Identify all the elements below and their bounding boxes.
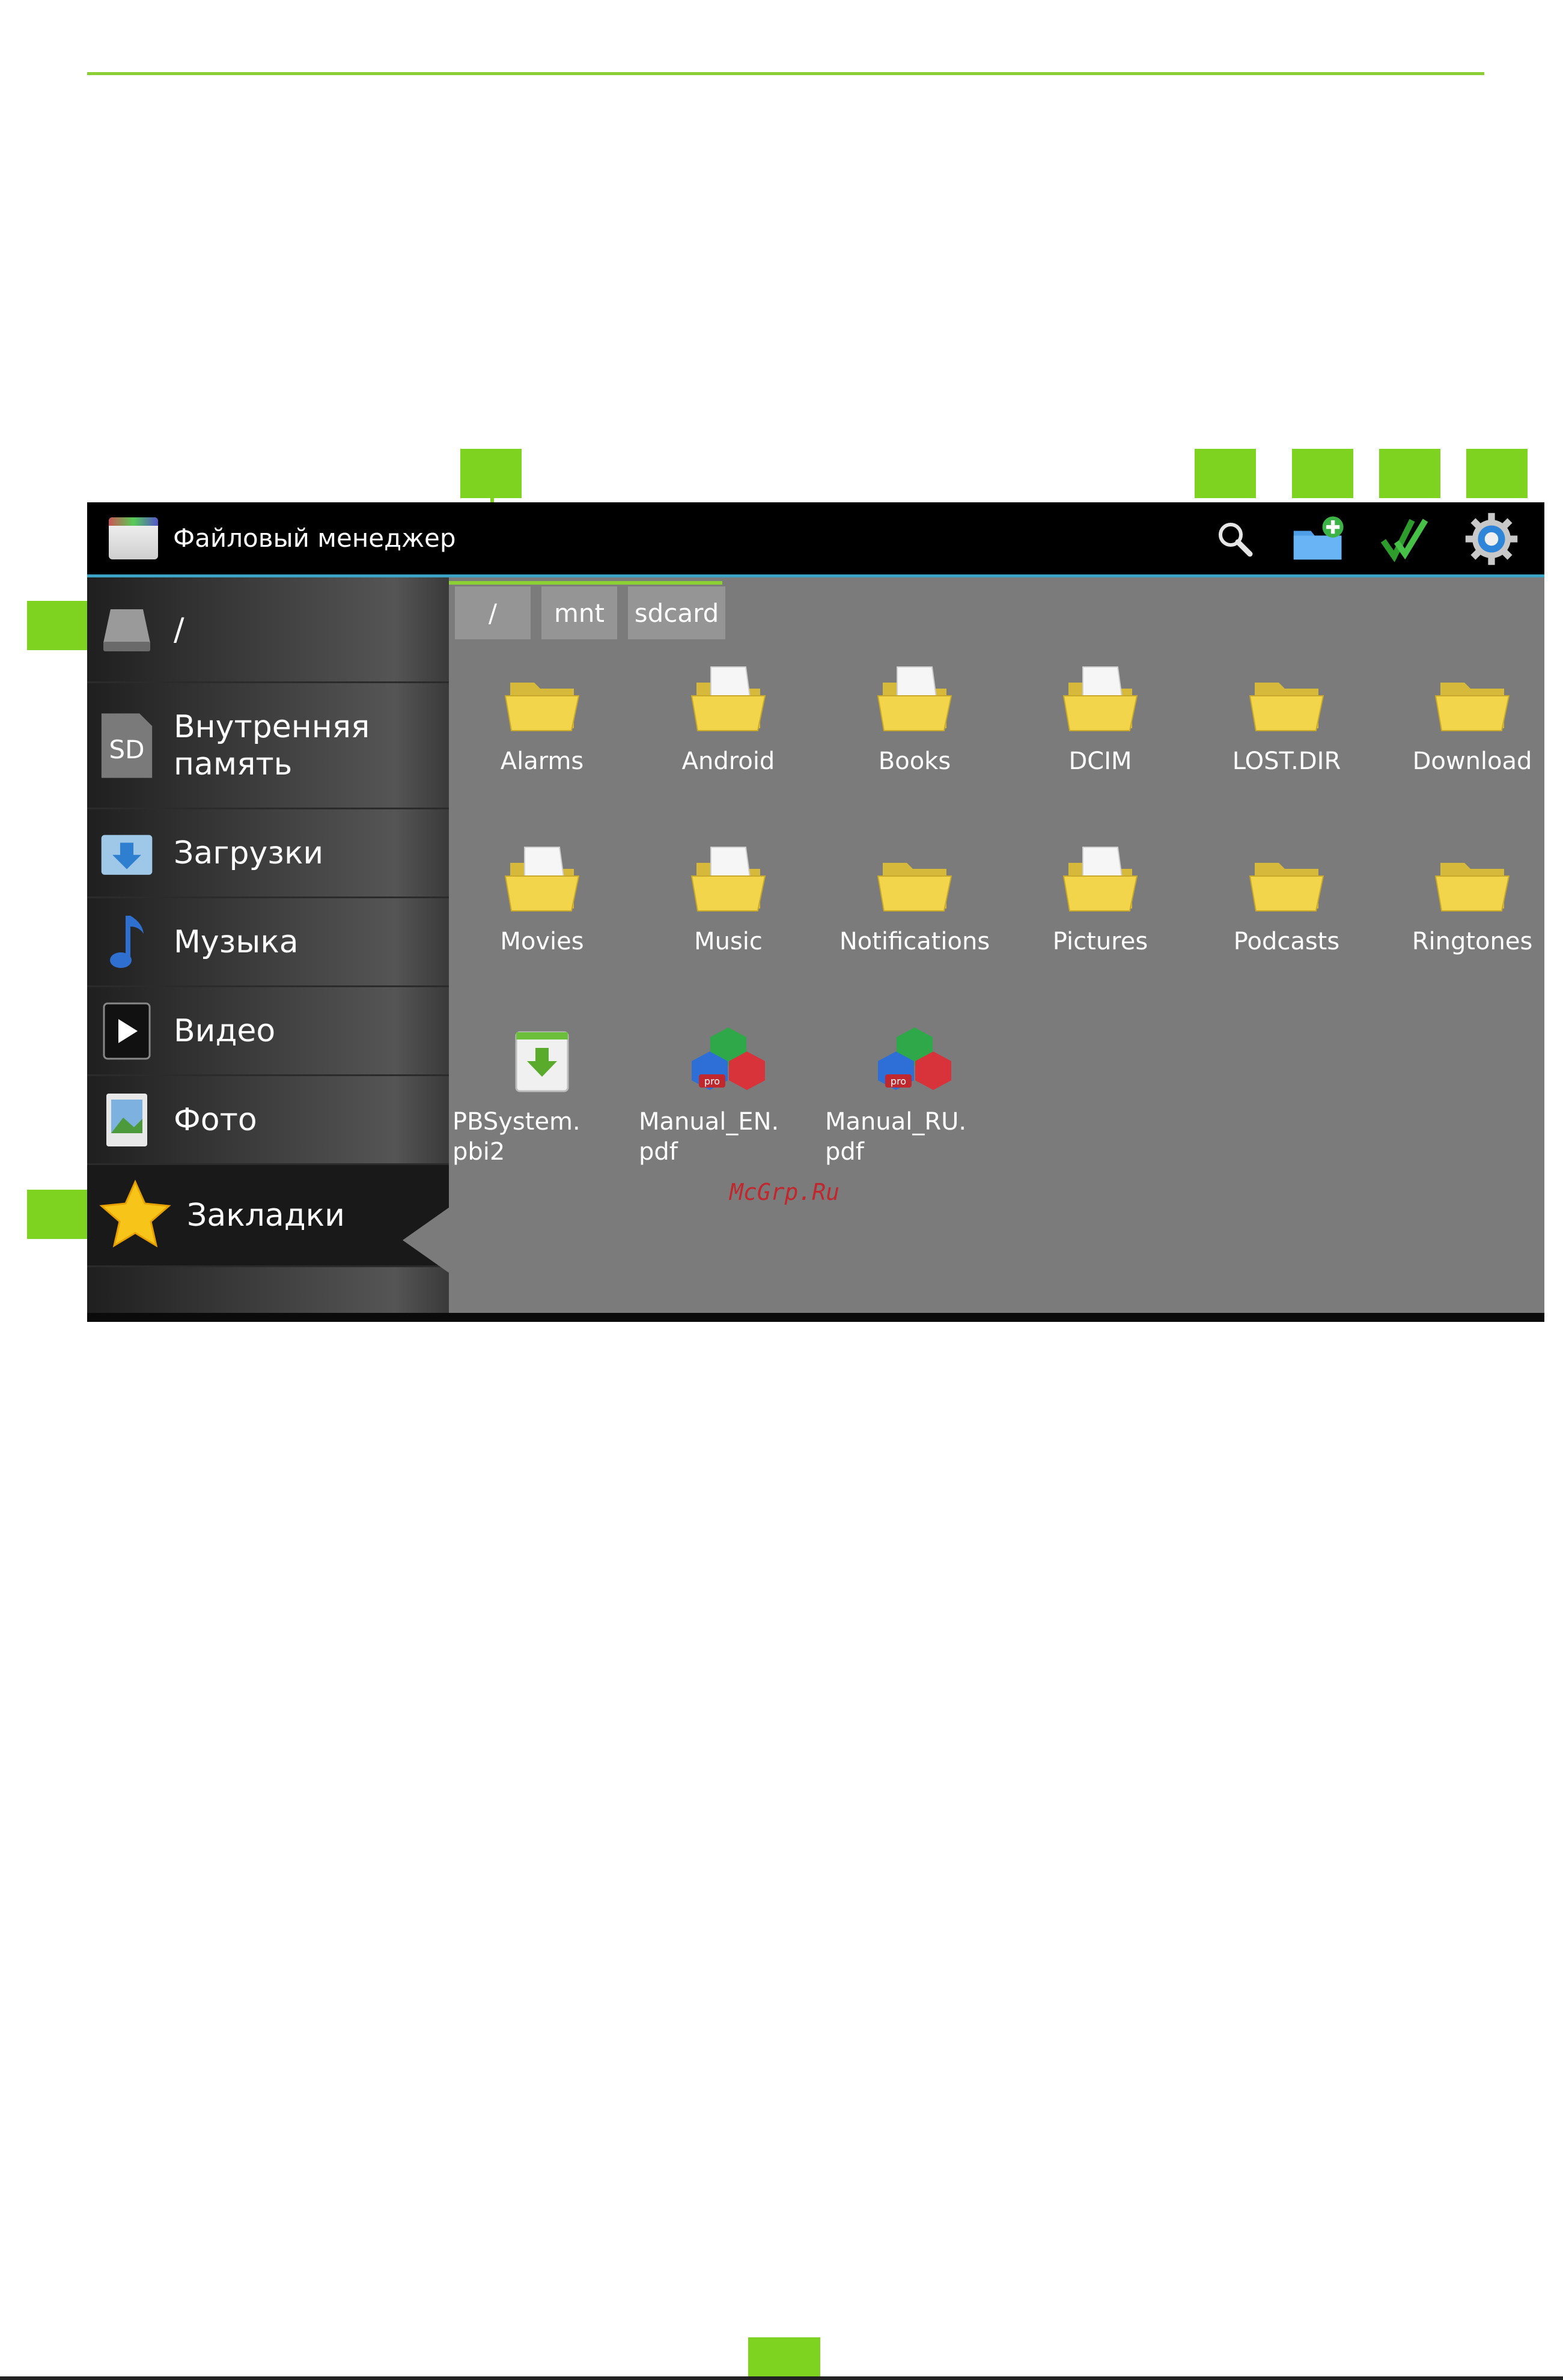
- sd-card-icon: SD: [99, 713, 154, 778]
- folder-item[interactable]: Pictures: [1007, 839, 1193, 957]
- folder-label: DCIM: [1068, 747, 1132, 775]
- folder-icon: [1427, 659, 1517, 743]
- folder-item[interactable]: Android: [635, 659, 821, 776]
- search-button[interactable]: [1207, 511, 1263, 567]
- multi-select-icon: [1380, 519, 1428, 562]
- folder-label: Download: [1412, 747, 1532, 775]
- file-label: Manual_EN. pdf: [639, 1108, 779, 1166]
- app-icon: [109, 517, 158, 559]
- sidebar-item-music[interactable]: Музыка: [87, 898, 449, 987]
- folder-label: Pictures: [1052, 928, 1148, 955]
- callout-marker-new-folder: [1292, 449, 1353, 498]
- package-install-icon: [497, 1019, 587, 1103]
- folder-icon: [683, 839, 773, 923]
- search-icon: [1219, 523, 1253, 557]
- breadcrumb-mnt[interactable]: mnt: [541, 586, 617, 639]
- settings-gear-icon: [1465, 513, 1518, 565]
- photo-icon: [99, 1092, 154, 1148]
- svg-text:SD: SD: [109, 735, 144, 764]
- folder-label: Ringtones: [1412, 928, 1533, 955]
- sidebar-selection-pointer: [403, 1207, 449, 1273]
- sidebar-item-internal-memory[interactable]: SD Внутренняя память: [87, 683, 449, 809]
- folder-icon: [1242, 659, 1332, 743]
- pdf-document-icon: pro: [683, 1019, 773, 1103]
- folder-label: LOST.DIR: [1232, 747, 1341, 775]
- folder-icon: [870, 839, 960, 923]
- pdf-document-icon: pro: [870, 1019, 960, 1103]
- folder-icon: [1427, 839, 1517, 923]
- callout-marker-search: [1195, 449, 1256, 498]
- multi-select-button[interactable]: [1377, 511, 1434, 567]
- file-grid: / mnt sdcard Alarms Android Books DCIM LOST.…: [449, 577, 1544, 1313]
- new-folder-icon: [1293, 516, 1344, 560]
- folder-item[interactable]: Ringtones: [1379, 839, 1544, 957]
- top-green-rule: [87, 72, 1484, 75]
- breadcrumb-highlight: [449, 581, 722, 585]
- callout-marker-root: [27, 601, 87, 650]
- folder-item[interactable]: Music: [635, 839, 821, 957]
- sidebar-item-label: Фото: [174, 1101, 257, 1138]
- folder-item[interactable]: Notifications: [821, 839, 1008, 957]
- sidebar-item-label: Закладки: [187, 1197, 345, 1234]
- folder-item[interactable]: Books: [821, 659, 1008, 776]
- folder-icon: [497, 839, 587, 923]
- folder-icon: [870, 659, 960, 743]
- sidebar-item-root[interactable]: /: [87, 577, 449, 683]
- folder-label: Alarms: [500, 747, 584, 775]
- file-item[interactable]: pro Manual_RU. pdf: [821, 1019, 1008, 1167]
- callout-marker-settings: [1466, 449, 1528, 498]
- file-label: PBSystem. pbi2: [452, 1108, 580, 1166]
- sidebar-item-label: Внутренняя память: [174, 708, 370, 782]
- folder-item[interactable]: LOST.DIR: [1193, 659, 1380, 776]
- bottom-rule: [0, 2376, 1563, 2380]
- action-bar: Файловый менеджер: [87, 502, 1544, 574]
- folder-item[interactable]: Download: [1379, 659, 1544, 776]
- screen-bottom-edge: [87, 1313, 1544, 1322]
- folder-item[interactable]: DCIM: [1007, 659, 1193, 776]
- folder-item[interactable]: Alarms: [449, 659, 635, 776]
- folder-icon: [497, 659, 587, 743]
- folder-icon: [683, 659, 773, 743]
- callout-marker-breadcrumb: [460, 449, 522, 498]
- settings-button[interactable]: [1463, 511, 1520, 567]
- callout-marker-bookmarks: [27, 1190, 87, 1239]
- folder-item[interactable]: Podcasts: [1193, 839, 1380, 957]
- breadcrumb-sdcard[interactable]: sdcard: [628, 586, 725, 639]
- sidebar-item-downloads[interactable]: Загрузки: [87, 809, 449, 898]
- sidebar-item-video[interactable]: Видео: [87, 987, 449, 1076]
- watermark: McGrp.Ru: [730, 1179, 840, 1205]
- sidebar-item-label: /: [174, 611, 184, 648]
- file-item[interactable]: PBSystem. pbi2: [449, 1019, 635, 1167]
- folder-item[interactable]: Movies: [449, 839, 635, 957]
- new-folder-button[interactable]: [1291, 511, 1347, 567]
- video-play-icon: [99, 1002, 154, 1059]
- file-item[interactable]: pro Manual_EN. pdf: [635, 1019, 821, 1167]
- sidebar-item-label: Загрузки: [174, 835, 324, 871]
- folder-icon: [1242, 839, 1332, 923]
- callout-marker-select: [1379, 449, 1440, 498]
- folder-label: Notifications: [839, 928, 990, 955]
- sidebar-item-photo[interactable]: Фото: [87, 1076, 449, 1165]
- folder-icon: [1055, 659, 1145, 743]
- folder-label: Books: [878, 747, 951, 775]
- star-icon: [99, 1179, 171, 1252]
- app-title: Файловый менеджер: [173, 523, 456, 553]
- sidebar-item-label: Музыка: [174, 924, 299, 960]
- sidebar: / SD Внутренняя память Загрузки Музыка В…: [87, 577, 449, 1322]
- svg-text:pro: pro: [704, 1076, 720, 1087]
- breadcrumb-root[interactable]: /: [455, 586, 531, 639]
- folder-label: Music: [694, 928, 763, 955]
- folder-label: Android: [681, 747, 775, 775]
- drive-icon: [99, 602, 154, 657]
- page-number-marker: [748, 2337, 820, 2380]
- sidebar-item-bookmarks[interactable]: Закладки: [87, 1165, 449, 1267]
- svg-text:pro: pro: [891, 1076, 906, 1087]
- music-note-icon: [99, 915, 154, 970]
- downloads-icon: [99, 826, 154, 881]
- folder-label: Movies: [500, 928, 584, 955]
- folder-label: Podcasts: [1233, 928, 1340, 955]
- file-label: Manual_RU. pdf: [825, 1108, 967, 1166]
- sidebar-item-label: Видео: [174, 1012, 276, 1049]
- folder-icon: [1055, 839, 1145, 923]
